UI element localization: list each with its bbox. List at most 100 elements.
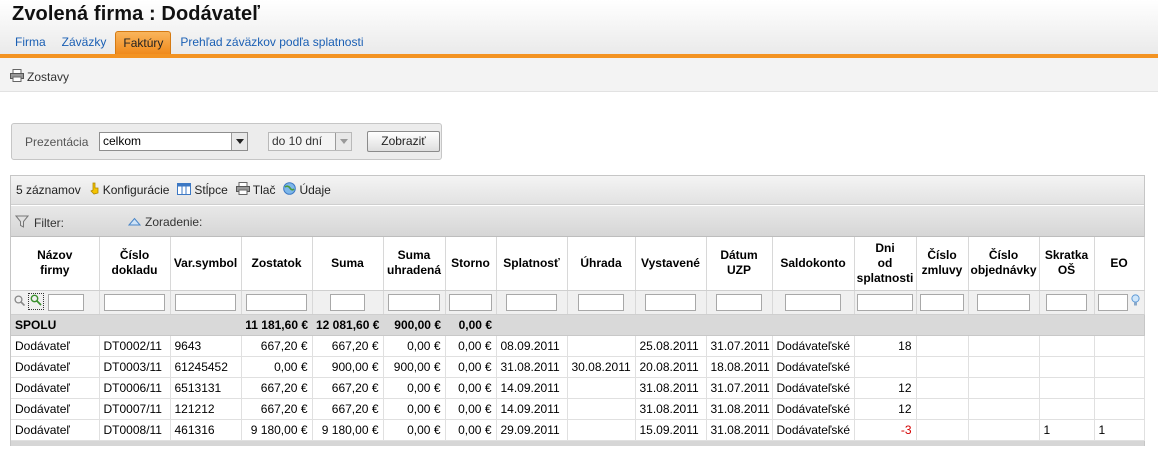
presentation-select-value: celkom [103,134,142,148]
table-row[interactable]: Dodávateľ DT0006/11 6513131 667,20 €667,20 … [11,377,1145,399]
column-header[interactable]: Storno [445,237,497,291]
print-button[interactable]: Tlač [235,182,276,198]
filter-input-uzp[interactable] [715,293,763,311]
cell-storno: 0,00 € [445,356,497,378]
invoice-grid: 5 záznamov Konfigurácie Stĺpce Tlač Údaj… [10,175,1145,446]
filter-input-storno[interactable] [449,293,492,311]
column-header[interactable]: Názov firmy [11,237,100,291]
cell-ledger: Dodávateľské [772,377,855,399]
cell-variable-symbol: 61245452 [170,356,242,378]
sort-up-icon [127,215,142,229]
cell-issued-date: 15.09.2011 [635,419,707,441]
cell-ledger: Dodávateľské [772,419,855,441]
cell-order-number [968,356,1040,378]
lightbulb-icon[interactable] [1131,294,1140,310]
filter-input-paid[interactable] [387,293,441,311]
cell-amount: 667,20 € [312,398,384,420]
presentation-select[interactable]: celkom [99,132,248,151]
filter-cell [772,290,855,315]
cell-eo: 1 [1094,419,1145,441]
column-header[interactable]: Suma uhradená [383,237,446,291]
cell-os-code: 1 [1039,419,1095,441]
column-header[interactable]: Číslo dokladu [99,237,171,291]
sum-label: SPOLU [11,314,99,336]
column-header[interactable]: Suma [312,237,384,291]
table-row[interactable]: Dodávateľ DT0002/11 9643 667,20 €667,20 €0,… [11,335,1145,357]
column-header[interactable]: Skratka OŠ [1039,237,1095,291]
tab-zavazky[interactable]: Záväzky [55,31,114,54]
cell-os-code [1039,398,1095,420]
cell-eo [1094,335,1145,357]
zobrazit-button[interactable]: Zobraziť [367,131,440,152]
search-apply-icon[interactable] [28,293,45,311]
filter-input-balance[interactable] [246,293,307,311]
filter-input-due[interactable] [506,293,557,311]
filter-input-contract[interactable] [920,293,964,311]
invoice-table: Názov firmy Číslo dokladu Var.symbol Zos… [11,237,1145,441]
config-button[interactable]: Konfigurácie [89,182,169,198]
cell-ledger: Dodávateľské [772,398,855,420]
column-header[interactable]: Var.symbol [170,237,242,291]
filter-toggle[interactable]: Filter: [14,215,64,231]
tab-firma[interactable]: Firma [8,31,53,54]
cell-amount-paid: 0,00 € [383,335,446,357]
filter-cell [567,290,636,315]
tab-faktury[interactable]: Faktúry [115,31,172,54]
presentation-label: Prezentácia [25,135,89,149]
filter-input-days[interactable] [856,293,914,311]
filter-cell [170,290,242,315]
columns-button[interactable]: Stĺpce [177,182,228,198]
filter-input-doc[interactable] [104,293,165,311]
filter-cell [241,290,313,315]
filter-cell [1039,290,1095,315]
column-header[interactable]: Číslo objednávky [968,237,1040,291]
cell-days-overdue: -3 [854,419,917,441]
cell-uzp-date: 18.08.2011 [706,356,773,378]
column-header[interactable]: Dátum UZP [706,237,773,291]
filter-input-os[interactable] [1045,293,1088,311]
cell-eo [1094,356,1145,378]
cell-issued-date: 31.08.2011 [635,377,707,399]
period-select[interactable]: do 10 dní [268,132,352,151]
table-row[interactable]: Dodávateľ DT0007/11 121212 667,20 €667,20 €… [11,398,1145,420]
cell-amount: 9 180,00 € [312,419,384,441]
column-header[interactable]: EO [1094,237,1145,291]
cell-amount-paid: 0,00 € [383,377,446,399]
table-row[interactable]: Dodávateľ DT0003/11 61245452 0,00 €900,00 €… [11,356,1145,378]
column-header[interactable]: Zostatok [241,237,313,291]
column-header[interactable]: Úhrada [567,237,636,291]
filter-input-order[interactable] [976,293,1031,311]
cell-amount: 667,20 € [312,335,384,357]
cell-os-code [1039,377,1095,399]
column-header[interactable]: Vystavené [635,237,707,291]
filter-input-varsym[interactable] [175,293,236,311]
sum-balance: 11 181,60 € [241,314,312,336]
cell-due-date: 14.09.2011 [496,398,568,420]
filter-input-issued[interactable] [645,293,696,311]
cell-uzp-date: 31.07.2011 [706,335,773,357]
filter-input-amount[interactable] [330,293,365,311]
filter-cell [383,290,446,315]
data-button[interactable]: Údaje [283,182,331,198]
column-header[interactable]: Číslo zmluvy [916,237,969,291]
cell-payment-date [567,377,636,399]
zostavy-button[interactable]: Zostavy [10,69,69,85]
filter-input-eo[interactable] [1097,293,1128,311]
print-label: Tlač [252,183,276,197]
filter-input-payment[interactable] [577,293,625,311]
tab-prehlad-zavazkov[interactable]: Prehľad záväzkov podľa splatnosti [173,31,370,54]
filter-cell [968,290,1040,315]
filter-input-firm[interactable] [47,293,84,311]
cell-payment-date [567,419,636,441]
cell-balance: 667,20 € [241,335,313,357]
tab-bar: Firma Záväzky Faktúry Prehľad záväzkov p… [8,31,372,54]
table-row[interactable]: Dodávateľ DT0008/11 461316 9 180,00 €9 180,… [11,419,1145,441]
sort-toggle[interactable]: Zoradenie: [127,215,202,229]
cell-payment-date [567,398,636,420]
cell-eo [1094,398,1145,420]
column-header[interactable]: Saldokonto [772,237,855,291]
column-header[interactable]: Splatnosť [496,237,568,291]
filter-input-saldo[interactable] [785,293,841,311]
cell-payment-date [567,335,636,357]
column-header[interactable]: Dni od splatnosti [854,237,917,291]
